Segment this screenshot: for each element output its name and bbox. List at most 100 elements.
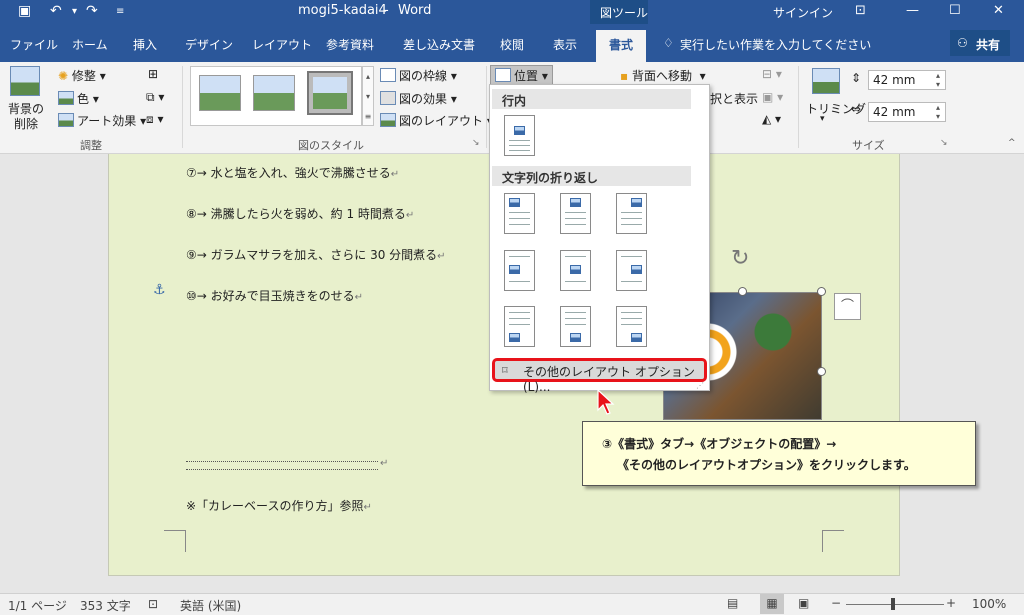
tab-review[interactable]: 校閲: [500, 36, 524, 53]
resize-grip[interactable]: ⋰: [696, 381, 704, 390]
layout-options-small-icon: ⌑: [502, 364, 508, 377]
position-inline[interactable]: [504, 115, 535, 156]
zoom-in-icon[interactable]: +: [946, 596, 956, 610]
anchor-icon[interactable]: ⚓: [153, 282, 166, 298]
undo-dropdown-icon[interactable]: ▾: [72, 6, 77, 17]
page-count[interactable]: 1/1 ページ: [8, 597, 67, 614]
color-button[interactable]: 色 ▾: [58, 90, 99, 107]
proofing-icon[interactable]: ⊡: [148, 597, 158, 611]
callout-line-2: 《その他のレイアウトオプション》をクリックします。: [617, 458, 916, 472]
dialog-launcher-icon[interactable]: ↘: [472, 138, 480, 148]
adjust-group-label: 調整: [80, 139, 102, 152]
maximize-icon[interactable]: ☐: [949, 3, 961, 18]
title-separator: -: [384, 3, 389, 18]
position-middle-left[interactable]: [504, 250, 535, 291]
artistic-effects-button[interactable]: アート効果 ▾: [58, 112, 146, 129]
word-count[interactable]: 353 文字: [80, 597, 131, 614]
position-dropdown: 行内 文字列の折り返し ⌑ その他のレイアウト オプション(L)... ⋰: [489, 84, 710, 394]
tab-mailings[interactable]: 差し込み文書: [403, 36, 475, 53]
pen-icon: [380, 68, 396, 82]
tab-insert[interactable]: 挿入: [133, 36, 157, 53]
position-bottom-right[interactable]: [616, 306, 647, 347]
height-icon: ⇕: [851, 71, 862, 85]
align-icon[interactable]: ⊟ ▾: [762, 67, 782, 81]
picture-styles-group-label: 図のスタイル: [298, 139, 364, 152]
tab-file[interactable]: ファイル: [10, 36, 58, 53]
crop-dropdown-icon[interactable]: ▾: [820, 114, 825, 124]
position-bottom-center[interactable]: [560, 306, 591, 347]
position-middle-right[interactable]: [616, 250, 647, 291]
style-thumb-3[interactable]: [307, 71, 353, 115]
customize-qat-icon[interactable]: ≡: [116, 6, 124, 17]
save-icon[interactable]: ▣: [18, 3, 31, 19]
zoom-out-icon[interactable]: −: [831, 596, 841, 610]
style-thumb-1[interactable]: [199, 75, 241, 111]
undo-icon[interactable]: ↶: [50, 3, 62, 19]
collapse-ribbon-icon[interactable]: ^: [1008, 138, 1016, 148]
corrections-button[interactable]: ✺ 修整 ▾: [58, 67, 106, 84]
doc-line-7[interactable]: ⑦→ 水と塩を入れ、強火で沸騰させる↵: [186, 164, 399, 181]
tab-home[interactable]: ホーム: [72, 36, 108, 53]
resize-handle-top-right[interactable]: [817, 287, 826, 296]
web-layout-icon[interactable]: ▣: [798, 596, 809, 610]
zoom-slider-thumb[interactable]: [891, 598, 895, 610]
height-input[interactable]: 42 mm: [868, 70, 946, 90]
width-input[interactable]: 42 mm: [868, 102, 946, 122]
size-dialog-launcher-icon[interactable]: ↘: [940, 138, 948, 148]
tell-me-input[interactable]: 実行したい作業を入力してください: [680, 36, 871, 53]
language-indicator[interactable]: 英語 (米国): [180, 597, 241, 614]
remove-background-label-2[interactable]: 削除: [14, 115, 38, 132]
position-bottom-left[interactable]: [504, 306, 535, 347]
rotate-handle-icon[interactable]: ↻: [731, 246, 749, 271]
reset-picture-icon[interactable]: ⧈ ▾: [146, 112, 163, 127]
close-icon[interactable]: ✕: [993, 3, 1004, 18]
app-name: Word: [398, 3, 432, 18]
tab-format[interactable]: 書式: [596, 30, 647, 62]
compress-pictures-icon[interactable]: ⊞: [148, 67, 158, 81]
doc-line-10[interactable]: ⑩→ お好みで目玉焼きをのせる↵: [186, 287, 363, 304]
group-icon[interactable]: ▣ ▾: [762, 90, 783, 104]
picture-styles-gallery[interactable]: [190, 66, 362, 126]
doc-line-9[interactable]: ⑨→ ガラムマサラを加え、さらに 30 分間煮る↵: [186, 246, 446, 263]
page-corner-mark-left: [164, 530, 186, 552]
position-top-left[interactable]: [504, 193, 535, 234]
gallery-scroll[interactable]: ▴ ▾ ≡: [362, 66, 374, 126]
tab-design[interactable]: デザイン: [185, 36, 233, 53]
ribbon-display-options-icon[interactable]: ⊡: [855, 3, 866, 18]
redo-icon[interactable]: ↷: [86, 3, 98, 19]
picture-border-button[interactable]: 図の枠線 ▾: [380, 67, 457, 84]
resize-handle-right[interactable]: [817, 367, 826, 376]
signin-link[interactable]: サインイン: [773, 4, 833, 21]
position-middle-center[interactable]: [560, 250, 591, 291]
picture-layout-button[interactable]: 図のレイアウト ▾: [380, 112, 493, 129]
zoom-level[interactable]: 100%: [972, 597, 1006, 611]
color-icon: [58, 91, 74, 105]
picture-effects-button[interactable]: 図の効果 ▾: [380, 90, 457, 107]
tab-references[interactable]: 参考資料: [326, 36, 374, 53]
inline-header: 行内: [492, 89, 691, 109]
crop-icon[interactable]: [812, 68, 840, 94]
position-button[interactable]: 位置 ▾: [490, 65, 553, 86]
position-top-center[interactable]: [560, 193, 591, 234]
tab-view[interactable]: 表示: [553, 36, 577, 53]
print-layout-icon[interactable]: ▦: [760, 594, 784, 614]
remove-background-icon[interactable]: [10, 66, 40, 96]
tab-layout[interactable]: レイアウト: [252, 36, 312, 53]
more-layout-options-item[interactable]: ⌑ その他のレイアウト オプション(L)...: [492, 358, 707, 394]
resize-handle-top[interactable]: [738, 287, 747, 296]
share-button[interactable]: 共有: [976, 36, 1000, 53]
minimize-icon[interactable]: —: [906, 3, 919, 18]
rotate-icon[interactable]: ◭ ▾: [762, 112, 781, 126]
change-picture-icon[interactable]: ⧉ ▾: [146, 90, 164, 105]
layout-options-icon[interactable]: ⌒: [834, 293, 861, 320]
zoom-slider-track[interactable]: [846, 604, 944, 605]
style-thumb-2[interactable]: [253, 75, 295, 111]
doc-note[interactable]: ※「カレーベースの作り方」参照↵: [186, 497, 372, 514]
selection-pane-button[interactable]: 択と表示: [710, 90, 758, 107]
layout-icon: [380, 113, 396, 127]
position-top-right[interactable]: [616, 193, 647, 234]
read-mode-icon[interactable]: ▤: [727, 596, 738, 610]
doc-line-8[interactable]: ⑧→ 沸騰したら火を弱め、約 1 時間煮る↵: [186, 205, 414, 222]
instruction-callout: ③《書式》タブ→《オブジェクトの配置》→ 《その他のレイアウトオプション》をクリ…: [582, 421, 976, 486]
send-backward-button[interactable]: ▪ 背面へ移動 ▾: [620, 67, 706, 84]
